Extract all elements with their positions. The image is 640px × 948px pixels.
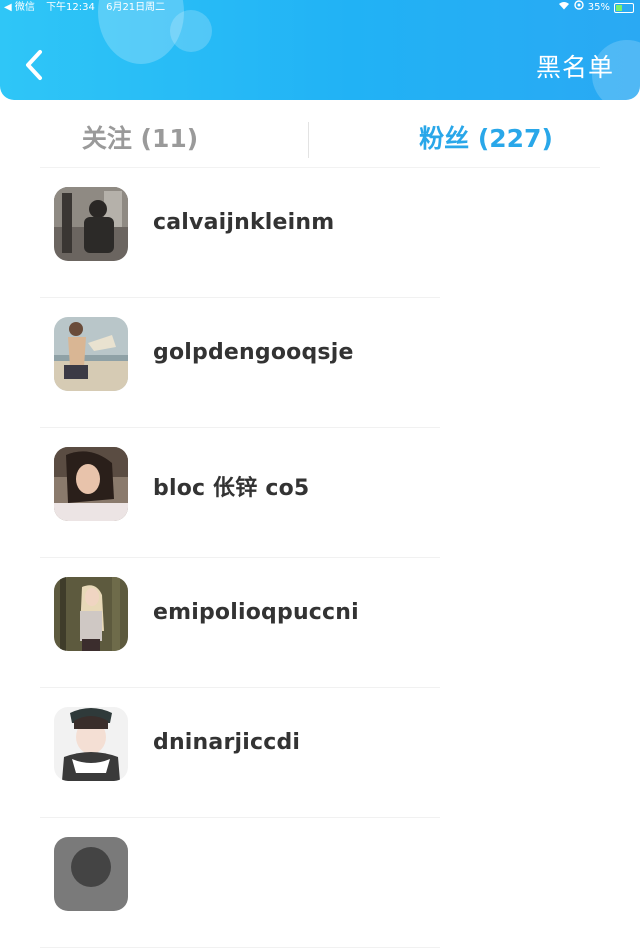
location-icon [574, 0, 584, 16]
decorative-bubble [170, 10, 212, 52]
fan-name: emipolioqpuccni [153, 600, 359, 625]
battery-icon [614, 3, 634, 13]
list-item[interactable] [0, 818, 640, 948]
wifi-icon [558, 0, 570, 16]
avatar[interactable] [54, 837, 128, 911]
avatar[interactable] [54, 317, 128, 391]
fan-name: golpdengooqsje [153, 340, 354, 365]
avatar[interactable] [54, 187, 128, 261]
avatar[interactable] [54, 577, 128, 651]
list-item[interactable]: calvaijnkleinm [0, 168, 640, 298]
tab-divider [308, 122, 309, 158]
top-header: ◀ 微信 下午12:34 6月21日周二 35% 黑名单 [0, 0, 640, 100]
fan-name: dninarjiccdi [153, 730, 301, 755]
carrier-label: ◀ 微信 [4, 2, 35, 13]
list-item[interactable]: emipolioqpuccni [0, 558, 640, 688]
list-item[interactable]: bloc 伥锌 co5 [0, 428, 640, 558]
list-item[interactable]: dninarjiccdi [0, 688, 640, 818]
chevron-left-icon [26, 50, 42, 80]
tab-fans[interactable]: 粉丝 (227) [356, 112, 616, 166]
status-time: 下午12:34 [46, 2, 95, 13]
fan-name: calvaijnkleinm [153, 210, 335, 235]
blacklist-button[interactable]: 黑名单 [536, 48, 614, 84]
avatar[interactable] [54, 707, 128, 781]
avatar[interactable] [54, 447, 128, 521]
status-date: 6月21日周二 [106, 2, 166, 13]
list-item[interactable]: golpdengooqsje [0, 298, 640, 428]
status-bar: ◀ 微信 下午12:34 6月21日周二 35% [0, 0, 640, 16]
fan-name: bloc 伥锌 co5 [153, 476, 310, 501]
back-button[interactable] [22, 48, 48, 82]
tab-following[interactable]: 关注 (11) [10, 112, 270, 166]
fans-list: calvaijnkleinm golpdengooqsje bloc 伥锌 co… [0, 168, 640, 948]
tab-bar: 关注 (11) 粉丝 (227) [0, 112, 640, 168]
battery-percent: 35% [587, 2, 610, 13]
